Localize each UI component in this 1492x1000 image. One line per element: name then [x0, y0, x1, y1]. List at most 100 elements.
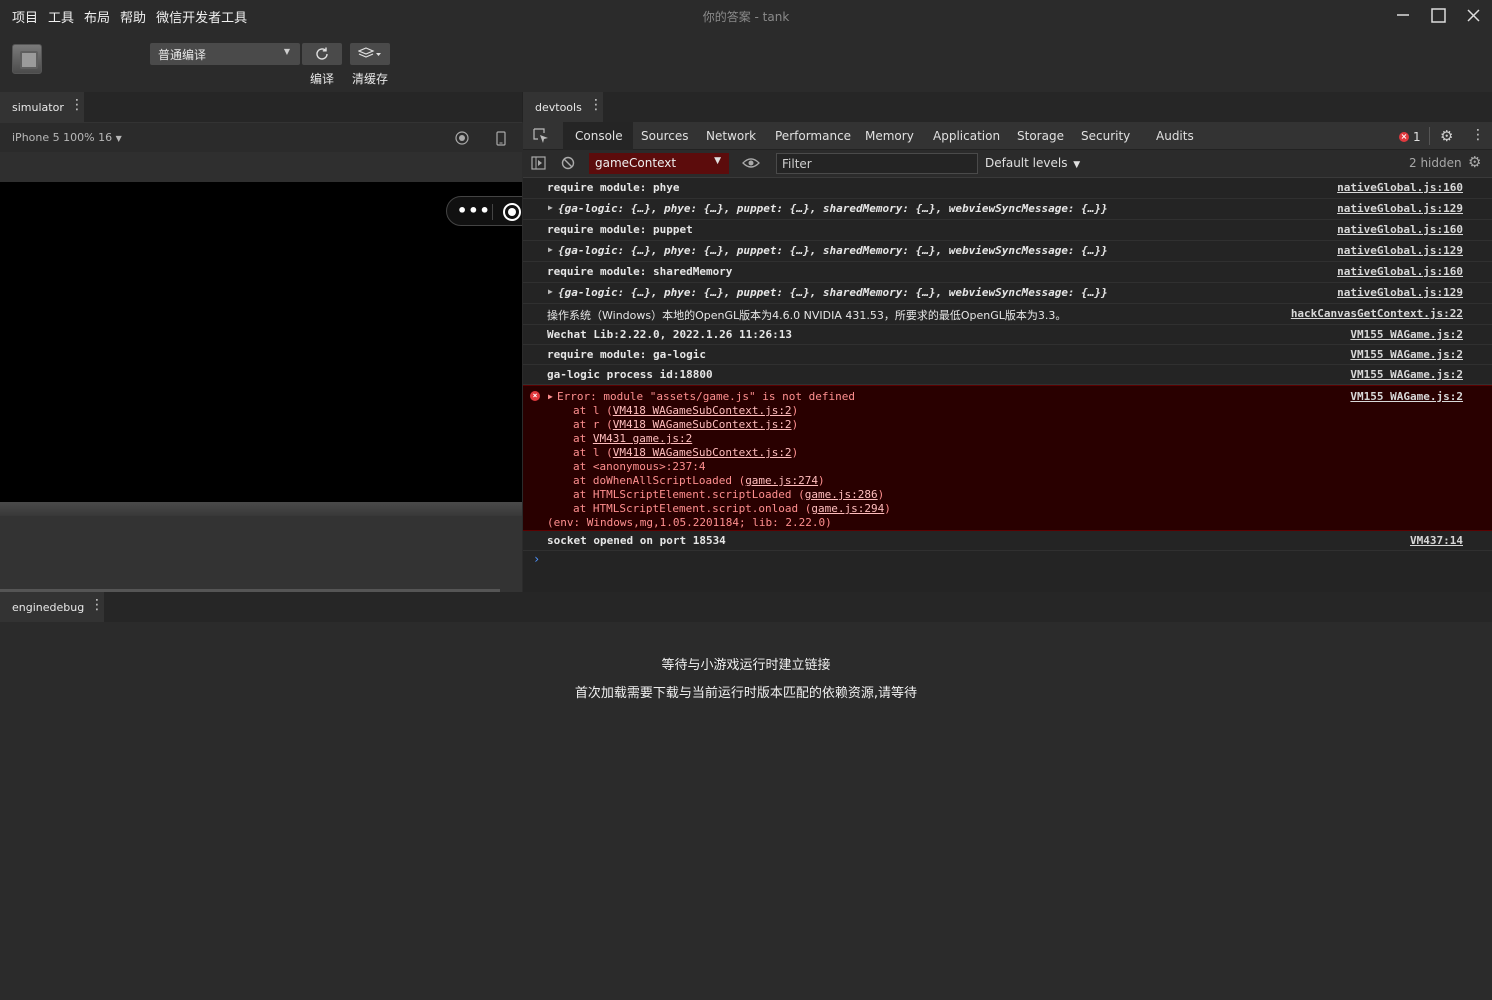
error-message: Error: module "assets/game.js" is not de… [557, 390, 856, 403]
stack-frame-link[interactable]: game.js:274 [745, 474, 818, 487]
console-settings-gear-icon[interactable]: ⚙ [1468, 153, 1481, 171]
more-vertical-icon[interactable]: ⋮ [1471, 127, 1485, 143]
context-select[interactable]: gameContext ▼ [589, 153, 729, 174]
live-expression-button[interactable] [742, 157, 760, 172]
enginedebug-body: 等待与小游戏运行时建立链接 首次加载需要下载与当前运行时版本匹配的依赖资源,请等… [0, 622, 1492, 1000]
console-row: require module: puppet nativeGlobal.js:1… [523, 220, 1492, 241]
log-source-link[interactable]: nativeGlobal.js:160 [1337, 265, 1463, 278]
device-select[interactable]: iPhone 5 100% 16 ▼ [12, 131, 122, 144]
log-source-link[interactable]: nativeGlobal.js:129 [1337, 286, 1463, 299]
console-row: ga-logic process id:18800 VM155 WAGame.j… [523, 365, 1492, 385]
stack-frame-text: at r ( [573, 418, 613, 431]
console-row: 操作系统（Windows）本地的OpenGL版本为4.6.0 NVIDIA 43… [523, 304, 1492, 325]
console-row[interactable]: ▶ {ga-logic: {…}, phye: {…}, puppet: {…}… [523, 283, 1492, 304]
error-source-link[interactable]: VM155 WAGame.js:2 [1350, 390, 1463, 403]
console-prompt[interactable]: › [533, 552, 540, 566]
inspect-element-button[interactable] [533, 128, 549, 147]
simulator-tab-label: simulator [12, 101, 64, 114]
stack-frame-text: ) [884, 502, 891, 515]
clear-cache-button[interactable] [350, 43, 390, 65]
clear-console-button[interactable] [561, 156, 575, 173]
more-dots-icon[interactable]: ••• [457, 201, 491, 220]
record-button[interactable] [455, 131, 469, 148]
connection-wait-message: 等待与小游戏运行时建立链接 [661, 658, 831, 673]
device-label: iPhone 5 100% 16 [12, 131, 113, 144]
tab-sources[interactable]: Sources [641, 129, 688, 143]
compile-button[interactable] [302, 43, 342, 65]
exit-target-icon[interactable] [503, 203, 521, 221]
menu-item-wechat-devtools[interactable]: 微信开发者工具 [156, 7, 247, 26]
stack-frame-link[interactable]: VM431 game.js:2 [593, 432, 692, 445]
enginedebug-tab[interactable]: enginedebug [0, 592, 104, 622]
stack-frame-link[interactable]: VM418 WAGameSubContext.js:2 [613, 404, 792, 417]
expand-triangle-icon[interactable]: ▶ [548, 287, 553, 296]
log-message: require module: puppet [547, 223, 693, 236]
expand-triangle-icon[interactable]: ▶ [548, 392, 553, 401]
mini-program-capsule[interactable]: ••• [446, 196, 522, 226]
stack-frame-link[interactable]: game.js:286 [805, 488, 878, 501]
tab-network[interactable]: Network [706, 129, 756, 143]
tab-storage[interactable]: Storage [1017, 129, 1064, 143]
stack-frame: at HTMLScriptElement.script.onload (game… [573, 502, 891, 515]
more-vertical-icon[interactable]: ⋮ [70, 98, 84, 112]
tab-audits[interactable]: Audits [1156, 129, 1194, 143]
compile-mode-select[interactable]: 普通编译 ▼ [150, 43, 300, 65]
log-source-link[interactable]: nativeGlobal.js:129 [1337, 202, 1463, 215]
more-vertical-icon[interactable]: ⋮ [589, 98, 603, 112]
minimize-button[interactable] [1386, 4, 1420, 26]
devtools-panel-header: devtools ⋮ [522, 92, 1492, 122]
inspect-cursor-icon [533, 128, 548, 143]
simulator-screen[interactable]: ••• [0, 182, 522, 502]
sidebar-toggle-button[interactable] [531, 156, 546, 173]
simulator-status-area [0, 152, 522, 182]
log-source-link[interactable]: nativeGlobal.js:129 [1337, 244, 1463, 257]
tab-performance[interactable]: Performance [775, 129, 851, 143]
expand-triangle-icon[interactable]: ▶ [548, 245, 553, 254]
console-filter-bar: gameContext ▼ Default levels ▼ 2 hidden … [523, 150, 1492, 178]
stack-frame-link[interactable]: game.js:294 [811, 502, 884, 515]
log-source-link[interactable]: VM155 WAGame.js:2 [1350, 348, 1463, 361]
log-message: 操作系统（Windows）本地的OpenGL版本为4.6.0 NVIDIA 43… [547, 309, 1067, 322]
log-source-link[interactable]: hackCanvasGetContext.js:22 [1291, 307, 1463, 320]
log-source-link[interactable]: VM155 WAGame.js:2 [1350, 368, 1463, 381]
tab-console[interactable]: Console [575, 129, 623, 143]
console-row[interactable]: ▶ {ga-logic: {…}, phye: {…}, puppet: {…}… [523, 199, 1492, 220]
log-source-link[interactable]: VM437:14 [1410, 534, 1463, 547]
console-row[interactable]: ▶ {ga-logic: {…}, phye: {…}, puppet: {…}… [523, 241, 1492, 262]
log-source-link[interactable]: nativeGlobal.js:160 [1337, 181, 1463, 194]
menu-item-layout[interactable]: 布局 [84, 7, 110, 26]
filter-input[interactable] [776, 153, 978, 174]
stack-frame-link[interactable]: VM418 WAGameSubContext.js:2 [613, 446, 792, 459]
settings-gear-icon[interactable]: ⚙ [1440, 127, 1453, 145]
log-levels-select[interactable]: Default levels ▼ [985, 156, 1080, 170]
stack-frame-link[interactable]: VM418 WAGameSubContext.js:2 [613, 418, 792, 431]
menu-item-project[interactable]: 项目 [12, 7, 38, 26]
stack-frame-text: at l ( [573, 404, 613, 417]
compile-label[interactable]: 编译 [310, 70, 334, 87]
tab-divider [1429, 127, 1430, 145]
log-source-link[interactable]: VM155 WAGame.js:2 [1350, 328, 1463, 341]
compile-mode-value: 普通编译 [158, 48, 207, 62]
avatar[interactable] [12, 44, 42, 74]
more-vertical-icon[interactable]: ⋮ [90, 598, 104, 612]
clear-cache-label[interactable]: 清缓存 [352, 70, 388, 87]
tab-memory[interactable]: Memory [865, 129, 914, 143]
console-output: require module: phye nativeGlobal.js:160… [523, 178, 1492, 592]
tab-security[interactable]: Security [1081, 129, 1130, 143]
menu-item-tools[interactable]: 工具 [48, 7, 74, 26]
error-counter[interactable]: × 1 [1399, 130, 1421, 144]
console-row: require module: ga-logic VM155 WAGame.js… [523, 345, 1492, 365]
context-value: gameContext [595, 156, 677, 170]
log-source-link[interactable]: nativeGlobal.js:160 [1337, 223, 1463, 236]
rotate-device-button[interactable] [496, 131, 506, 149]
toolbar: 普通编译 ▼ 编译 清缓存 [0, 30, 1492, 92]
maximize-button[interactable] [1421, 4, 1455, 26]
expand-triangle-icon[interactable]: ▶ [548, 203, 553, 212]
close-window-button[interactable] [1456, 4, 1490, 26]
record-icon [455, 131, 469, 145]
menu-item-help[interactable]: 帮助 [120, 7, 146, 26]
console-row: require module: phye nativeGlobal.js:160 [523, 178, 1492, 199]
stack-frame: at l (VM418 WAGameSubContext.js:2) [573, 446, 798, 459]
tab-application[interactable]: Application [933, 129, 1000, 143]
error-env: (env: Windows,mg,1.05.2201184; lib: 2.22… [547, 516, 832, 529]
